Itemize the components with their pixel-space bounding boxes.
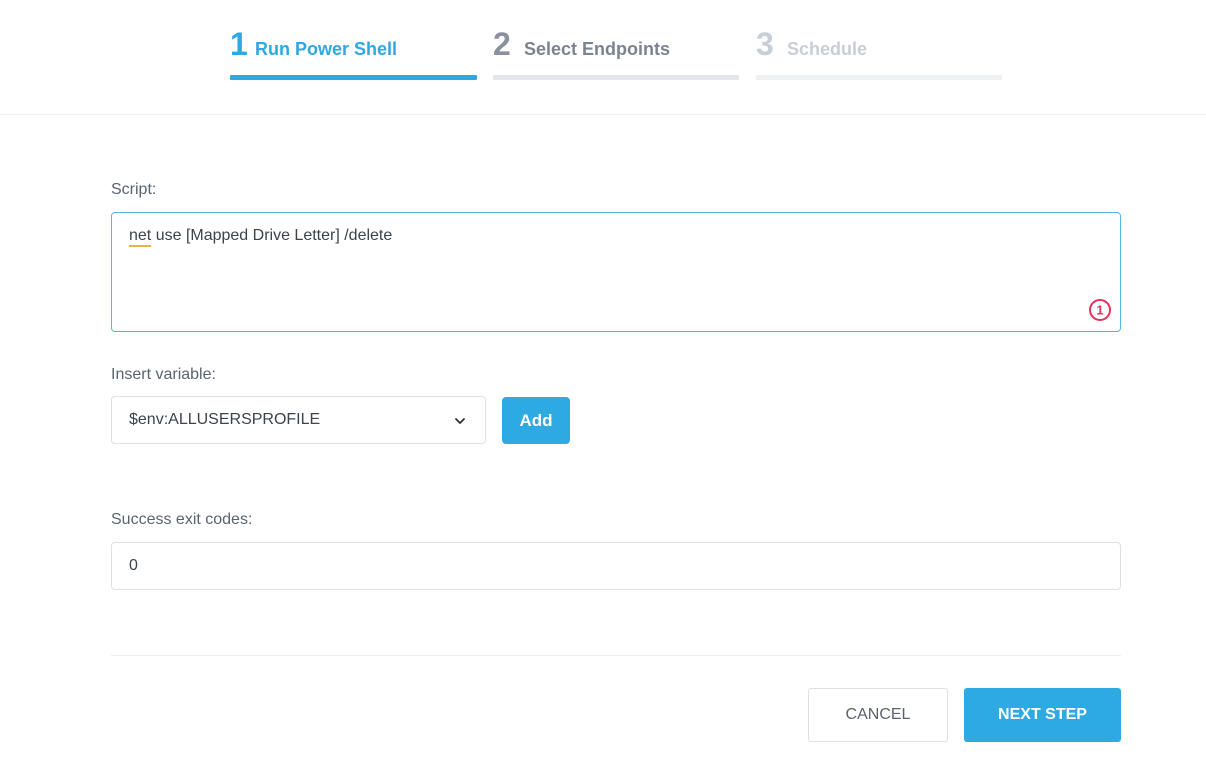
variable-select-value: $env:ALLUSERSPROFILE xyxy=(129,411,321,428)
exit-codes-input[interactable]: 0 xyxy=(111,542,1121,590)
spellcheck-word: net xyxy=(129,227,152,247)
script-textarea[interactable]: net use [Mapped Drive Letter] /delete 1 xyxy=(111,212,1121,332)
cancel-button[interactable]: CANCEL xyxy=(808,688,948,742)
insert-variable-label: Insert variable: xyxy=(111,366,216,383)
step-progress-line xyxy=(230,75,477,80)
chevron-down-icon xyxy=(455,418,465,424)
step-label: Run Power Shell xyxy=(255,39,398,59)
footer-divider xyxy=(111,655,1121,656)
step-select-endpoints[interactable]: 2 Select Endpoints xyxy=(493,24,739,82)
step-number: 2 xyxy=(493,26,511,62)
add-variable-button[interactable]: Add xyxy=(502,397,570,444)
step-label: Select Endpoints xyxy=(524,39,671,59)
exit-codes-label: Success exit codes: xyxy=(111,511,253,528)
step-run-power-shell[interactable]: 1 Run Power Shell xyxy=(230,24,477,82)
script-label: Script: xyxy=(111,181,157,198)
warning-count-icon[interactable]: 1 xyxy=(1088,298,1112,322)
script-text: use [Mapped Drive Letter] /delete xyxy=(151,227,393,244)
step-number: 1 xyxy=(230,26,248,62)
step-label: Schedule xyxy=(787,39,868,59)
warning-count: 1 xyxy=(1096,303,1103,318)
step-number: 3 xyxy=(756,26,774,62)
stepper: 1 Run Power Shell 2 Select Endpoints 3 S… xyxy=(0,0,1206,115)
exit-codes-value: 0 xyxy=(129,557,138,574)
variable-select[interactable]: $env:ALLUSERSPROFILE xyxy=(111,396,486,444)
step-schedule: 3 Schedule xyxy=(756,24,1002,82)
step-progress-line xyxy=(493,75,739,80)
next-step-button[interactable]: NEXT STEP xyxy=(964,688,1121,742)
step-progress-line xyxy=(756,75,1002,80)
